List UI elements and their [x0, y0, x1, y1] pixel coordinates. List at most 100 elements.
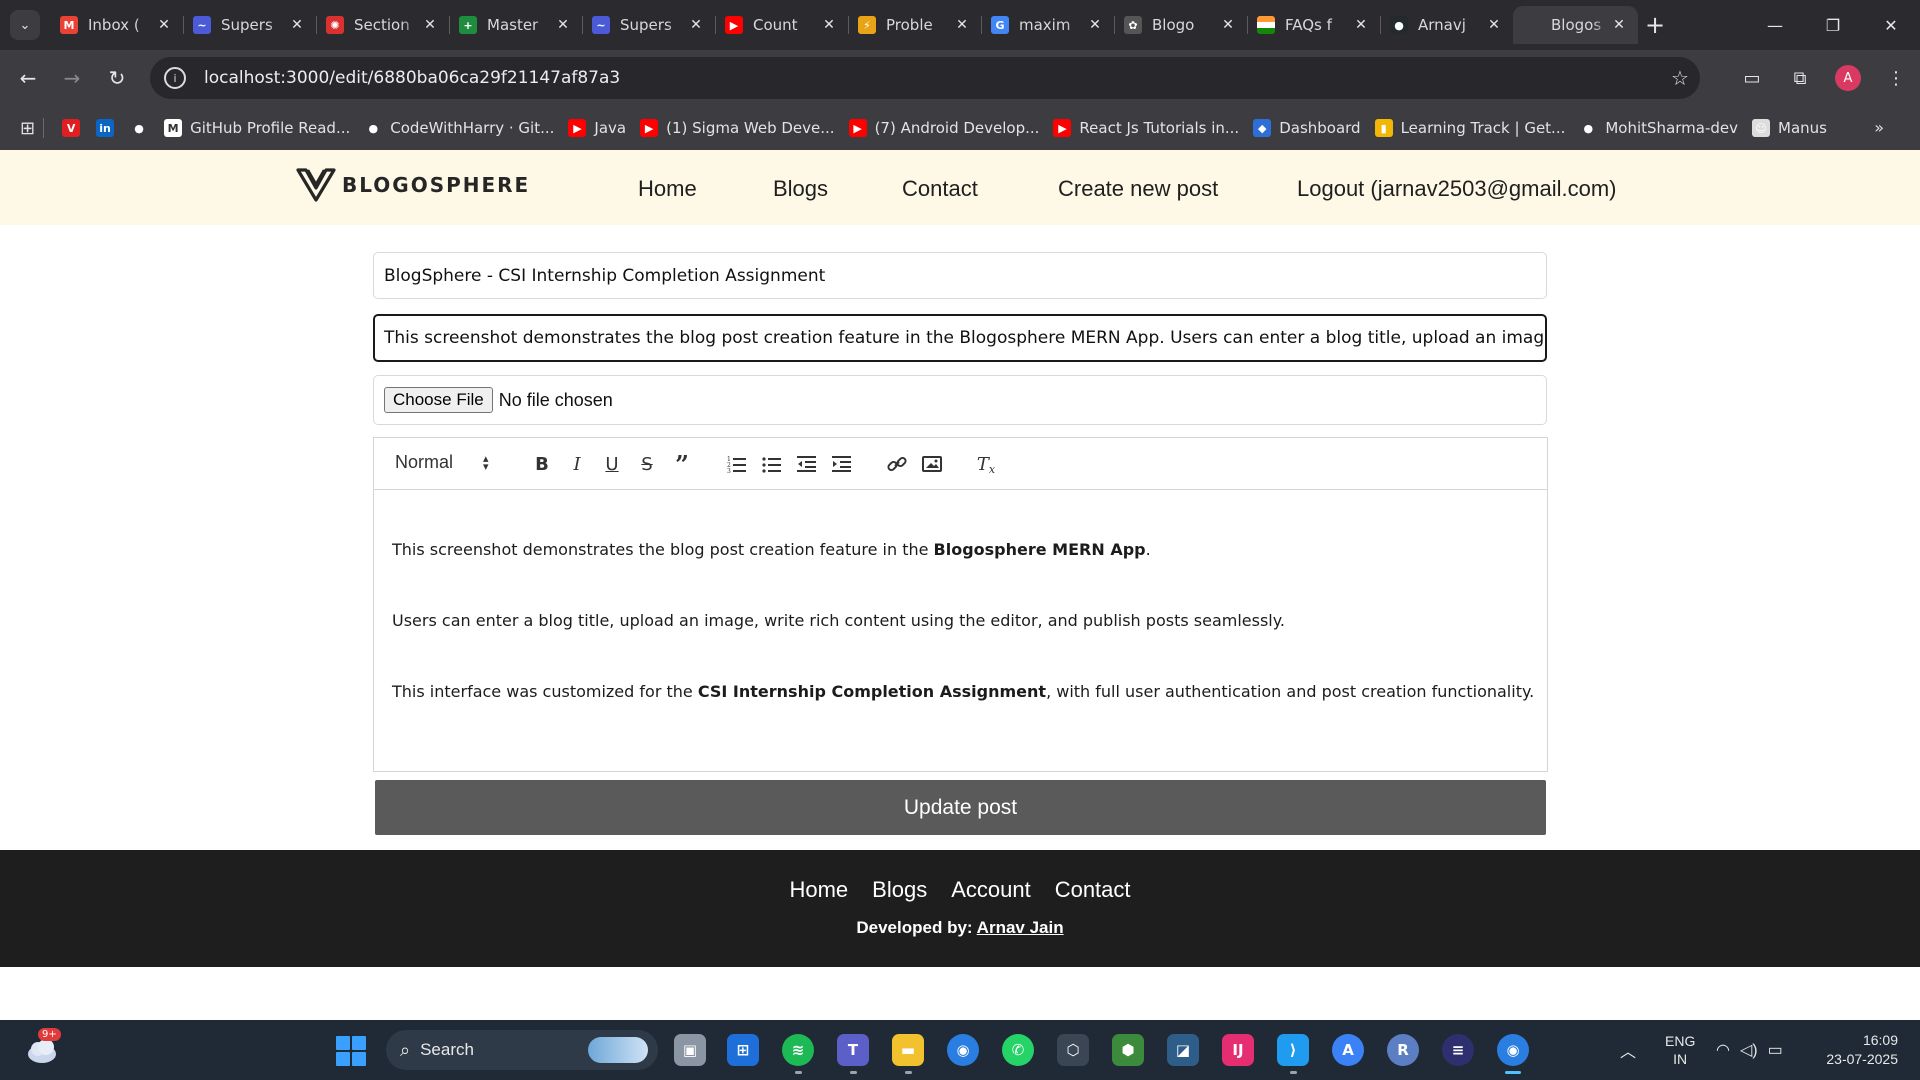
tab-close-icon[interactable]: ✕	[288, 17, 306, 33]
browser-tab[interactable]: + Master ✕	[449, 6, 582, 44]
chrome-menu-icon[interactable]: ⋮	[1872, 58, 1920, 98]
bookmark-item[interactable]: ● CodeWithHarry · Git...	[364, 119, 554, 137]
chrome-profile-icon[interactable]: ◉	[1497, 1034, 1529, 1074]
profile-avatar[interactable]: A	[1835, 65, 1861, 91]
browser-tab[interactable]: ▶ Count ✕	[715, 6, 848, 44]
link-icon[interactable]	[885, 452, 909, 476]
credit-author-link[interactable]: Arnav Jain	[977, 918, 1064, 937]
title-input[interactable]: BlogSphere - CSI Internship Completion A…	[373, 252, 1547, 299]
footer-link-home[interactable]: Home	[789, 877, 848, 903]
taskbar-search[interactable]: ⌕ Search	[386, 1030, 658, 1070]
bookmark-item[interactable]: ◆ Dashboard	[1253, 119, 1361, 137]
teams-icon[interactable]: T	[837, 1034, 869, 1074]
chrome-icon[interactable]: ◉	[947, 1034, 979, 1066]
image-file-input[interactable]: Choose File No file chosen	[373, 375, 1547, 425]
browser-tab[interactable]: ~ Supers ✕	[582, 6, 715, 44]
mysql-workbench-icon[interactable]: ◪	[1167, 1034, 1199, 1066]
summary-input[interactable]: This screenshot demonstrates the blog po…	[373, 314, 1547, 362]
extensions-icon[interactable]: ⧉	[1776, 58, 1824, 98]
address-bar[interactable]: i localhost:3000/edit/6880ba06ca29f21147…	[150, 57, 1700, 99]
site-logo[interactable]: BLOGOSPHERE	[296, 166, 530, 204]
browser-tab[interactable]: Blogos ✕	[1513, 6, 1638, 44]
back-icon[interactable]: ←	[12, 62, 44, 94]
bookmark-star-icon[interactable]: ☆	[1660, 66, 1700, 90]
bookmark-item[interactable]: ▶ (7) Android Develop...	[848, 119, 1039, 137]
choose-file-button[interactable]: Choose File	[384, 387, 493, 413]
tab-close-icon[interactable]: ✕	[1352, 17, 1370, 33]
site-info-icon[interactable]: i	[164, 67, 186, 89]
tab-close-icon[interactable]: ✕	[1610, 17, 1628, 33]
rstudio-icon[interactable]: R	[1387, 1034, 1419, 1066]
language-indicator[interactable]: ENG IN	[1665, 1020, 1695, 1080]
bookmark-item[interactable]: V	[62, 119, 88, 137]
tab-close-icon[interactable]: ✕	[155, 17, 173, 33]
tab-close-icon[interactable]: ✕	[953, 17, 971, 33]
windows-start-icon[interactable]	[336, 1036, 366, 1066]
browser-tab[interactable]: M Inbox (✕	[50, 6, 183, 44]
footer-link-blogs[interactable]: Blogs	[872, 877, 927, 903]
browser-tab[interactable]: ✺ Section ✕	[316, 6, 449, 44]
reload-icon[interactable]: ↻	[101, 62, 133, 94]
new-tab-icon[interactable]: +	[1638, 6, 1672, 44]
editor-content[interactable]: This screenshot demonstrates the blog po…	[374, 490, 1547, 706]
bullet-list-icon[interactable]	[760, 452, 784, 476]
store-icon[interactable]: ⊞	[727, 1034, 759, 1066]
tab-close-icon[interactable]: ✕	[421, 17, 439, 33]
outdent-icon[interactable]	[795, 452, 819, 476]
tab-close-icon[interactable]: ✕	[1219, 17, 1237, 33]
indent-icon[interactable]	[830, 452, 854, 476]
footer-link-contact[interactable]: Contact	[1055, 877, 1131, 903]
browser-tab[interactable]: Gmaxim ✕	[981, 6, 1114, 44]
cast-icon[interactable]: ▭	[1728, 58, 1776, 98]
tab-close-icon[interactable]: ✕	[820, 17, 838, 33]
bookmark-item[interactable]: ▶ (1) Sigma Web Deve...	[640, 119, 835, 137]
forward-icon[interactable]: →	[56, 62, 88, 94]
whatsapp-icon[interactable]: ✆	[1002, 1034, 1034, 1066]
blockquote-icon[interactable]: ”	[670, 450, 694, 479]
footer-link-account[interactable]: Account	[951, 877, 1031, 903]
underline-icon[interactable]: U	[600, 452, 624, 476]
apps-grid-icon[interactable]: ⊞	[20, 118, 35, 139]
tab-search-button[interactable]: ⌄	[10, 10, 40, 40]
image-icon[interactable]	[920, 452, 944, 476]
browser-tab[interactable]: ● Arnavj ✕	[1380, 6, 1513, 44]
heading-select[interactable]: Normal ▴ ▾	[395, 452, 489, 473]
browser-tab[interactable]: FAQs f ✕	[1247, 6, 1380, 44]
browser-tab[interactable]: ✿ Blogo ✕	[1114, 6, 1247, 44]
bookmark-item[interactable]: ●	[130, 119, 156, 137]
bold-icon[interactable]: B	[530, 452, 554, 476]
bookmark-item[interactable]: ▶ React Js Tutorials in...	[1053, 119, 1239, 137]
bookmark-item[interactable]: ● MohitSharma-dev	[1579, 119, 1738, 137]
restore-icon[interactable]: ❐	[1804, 0, 1862, 50]
tab-close-icon[interactable]: ✕	[1485, 17, 1503, 33]
spotify-icon[interactable]: ≋	[782, 1034, 814, 1074]
bookmark-item[interactable]: in	[96, 119, 122, 137]
nav-contact[interactable]: Contact	[902, 176, 978, 202]
nav-create-new-post[interactable]: Create new post	[1058, 176, 1218, 202]
android-studio-icon[interactable]: ⬢	[1112, 1034, 1144, 1066]
clear-format-icon[interactable]: Tx	[974, 452, 998, 476]
nav-logout[interactable]: Logout (jarnav2503@gmail.com)	[1297, 176, 1617, 202]
tab-close-icon[interactable]: ✕	[687, 17, 705, 33]
browser-tab[interactable]: ~ Supers ✕	[183, 6, 316, 44]
file-explorer-icon[interactable]: ▬	[892, 1034, 924, 1074]
bookmark-item[interactable]: ▮ Learning Track | Get...	[1374, 119, 1565, 137]
bookmark-item[interactable]: ▶ Java	[568, 119, 626, 137]
more-bookmarks-icon[interactable]: »	[1874, 118, 1884, 137]
strikethrough-icon[interactable]: S	[635, 452, 659, 476]
bookmark-item[interactable]: ☺ Manus	[1752, 119, 1827, 137]
url-text[interactable]: localhost:3000/edit/6880ba06ca29f21147af…	[204, 68, 1660, 88]
system-tray[interactable]: ◠ ◁) ▭	[1716, 1020, 1783, 1080]
clock[interactable]: 16:09 23-07-2025	[1818, 1020, 1898, 1080]
update-post-button[interactable]: Update post	[375, 780, 1546, 835]
app-store-icon[interactable]: A	[1332, 1034, 1364, 1066]
tab-close-icon[interactable]: ✕	[1086, 17, 1104, 33]
vscode-icon[interactable]: ⟩	[1277, 1034, 1309, 1074]
task-view-icon[interactable]: ▣	[674, 1034, 706, 1066]
tray-overflow-icon[interactable]: ︿	[1620, 1020, 1636, 1080]
minimize-icon[interactable]: —	[1746, 0, 1804, 50]
close-window-icon[interactable]: ✕	[1862, 0, 1920, 50]
bookmark-item[interactable]: M GitHub Profile Read...	[164, 119, 350, 137]
nav-blogs[interactable]: Blogs	[773, 176, 828, 202]
nav-home[interactable]: Home	[638, 176, 697, 202]
